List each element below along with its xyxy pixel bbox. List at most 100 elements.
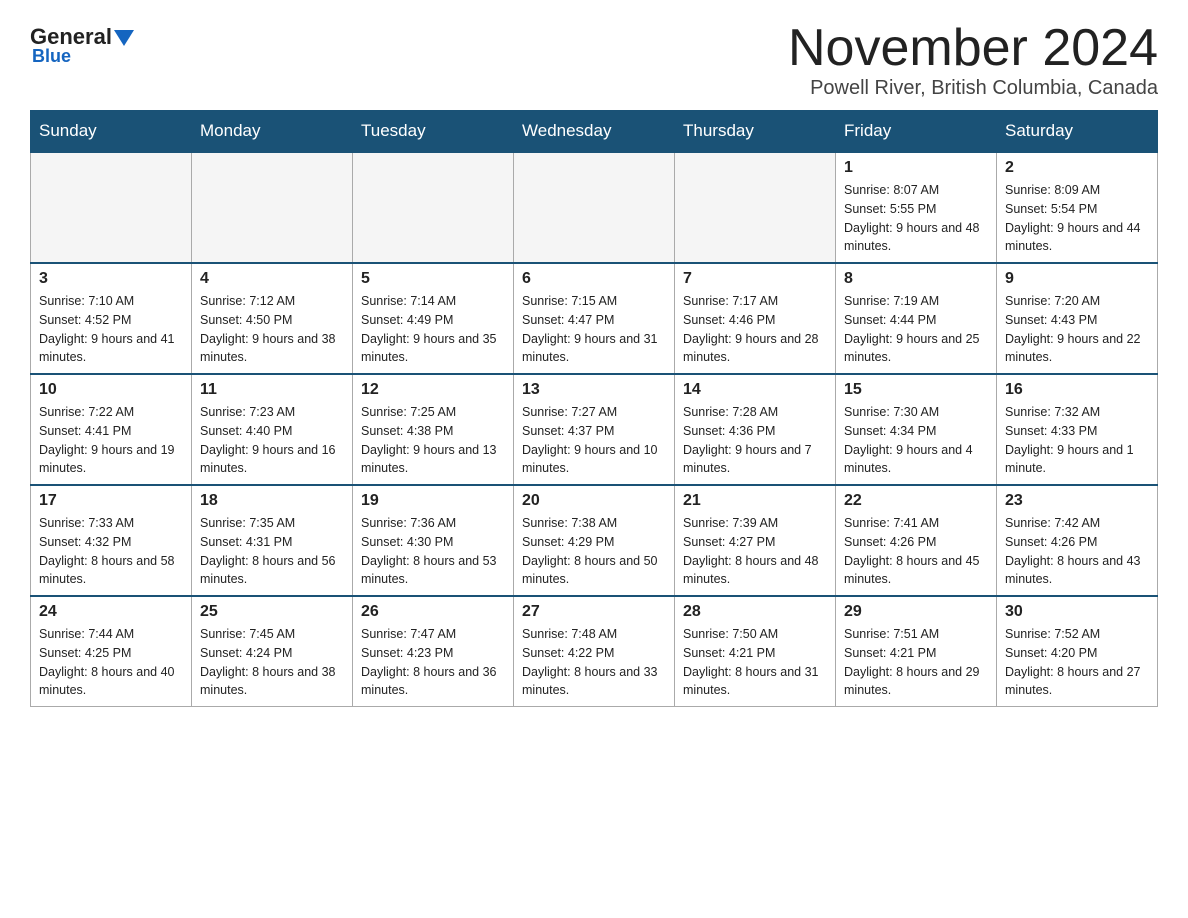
calendar-cell: 23 Sunrise: 7:42 AMSunset: 4:26 PMDayligh… (997, 485, 1158, 596)
calendar-cell: 7 Sunrise: 7:17 AMSunset: 4:46 PMDaylight… (675, 263, 836, 374)
day-number: 11 (200, 381, 344, 399)
day-info: Sunrise: 7:28 AMSunset: 4:36 PMDaylight:… (683, 403, 827, 478)
col-header-friday: Friday (836, 111, 997, 153)
calendar-cell: 29 Sunrise: 7:51 AMSunset: 4:21 PMDayligh… (836, 596, 997, 707)
day-info: Sunrise: 7:27 AMSunset: 4:37 PMDaylight:… (522, 403, 666, 478)
calendar-cell: 19 Sunrise: 7:36 AMSunset: 4:30 PMDayligh… (353, 485, 514, 596)
day-number: 21 (683, 492, 827, 510)
calendar-table: SundayMondayTuesdayWednesdayThursdayFrid… (30, 110, 1158, 707)
day-number: 14 (683, 381, 827, 399)
calendar-cell (675, 152, 836, 263)
day-info: Sunrise: 7:42 AMSunset: 4:26 PMDaylight:… (1005, 514, 1149, 589)
day-number: 27 (522, 603, 666, 621)
page-header: General Blue November 2024 Powell River,… (30, 20, 1158, 100)
day-info: Sunrise: 7:48 AMSunset: 4:22 PMDaylight:… (522, 625, 666, 700)
logo: General Blue (30, 20, 134, 67)
calendar-cell: 14 Sunrise: 7:28 AMSunset: 4:36 PMDayligh… (675, 374, 836, 485)
day-number: 29 (844, 603, 988, 621)
day-info: Sunrise: 7:30 AMSunset: 4:34 PMDaylight:… (844, 403, 988, 478)
calendar-week-5: 24Sunrise: 7:44 AMSunset: 4:25 PMDayligh… (31, 596, 1158, 707)
calendar-week-1: 1 Sunrise: 8:07 AMSunset: 5:55 PMDaylight… (31, 152, 1158, 263)
calendar-cell (353, 152, 514, 263)
day-info: Sunrise: 7:33 AMSunset: 4:32 PMDaylight:… (39, 514, 183, 589)
calendar-cell: 15 Sunrise: 7:30 AMSunset: 4:34 PMDayligh… (836, 374, 997, 485)
calendar-week-3: 10 Sunrise: 7:22 AMSunset: 4:41 PMDayligh… (31, 374, 1158, 485)
col-header-saturday: Saturday (997, 111, 1158, 153)
calendar-cell: 2Sunrise: 8:09 AMSunset: 5:54 PMDaylight… (997, 152, 1158, 263)
day-number: 16 (1005, 381, 1149, 399)
calendar-cell: 17 Sunrise: 7:33 AMSunset: 4:32 PMDayligh… (31, 485, 192, 596)
day-number: 8 (844, 270, 988, 288)
calendar-cell: 25 Sunrise: 7:45 AMSunset: 4:24 PMDayligh… (192, 596, 353, 707)
day-info: Sunrise: 7:47 AMSunset: 4:23 PMDaylight:… (361, 625, 505, 700)
day-info: Sunrise: 8:07 AMSunset: 5:55 PMDaylight:… (844, 181, 988, 256)
day-number: 30 (1005, 603, 1149, 621)
calendar-week-2: 3Sunrise: 7:10 AMSunset: 4:52 PMDaylight… (31, 263, 1158, 374)
calendar-cell (192, 152, 353, 263)
day-number: 1 (844, 159, 988, 177)
day-number: 24 (39, 603, 183, 621)
col-header-wednesday: Wednesday (514, 111, 675, 153)
calendar-cell: 4Sunrise: 7:12 AMSunset: 4:50 PMDaylight… (192, 263, 353, 374)
day-number: 25 (200, 603, 344, 621)
day-number: 10 (39, 381, 183, 399)
day-number: 5 (361, 270, 505, 288)
calendar-cell: 16 Sunrise: 7:32 AMSunset: 4:33 PMDayligh… (997, 374, 1158, 485)
logo-blue-text: Blue (32, 46, 71, 67)
col-header-sunday: Sunday (31, 111, 192, 153)
day-info: Sunrise: 7:36 AMSunset: 4:30 PMDaylight:… (361, 514, 505, 589)
calendar-header-row: SundayMondayTuesdayWednesdayThursdayFrid… (31, 111, 1158, 153)
calendar-cell: 26 Sunrise: 7:47 AMSunset: 4:23 PMDayligh… (353, 596, 514, 707)
day-number: 6 (522, 270, 666, 288)
title-block: November 2024 Powell River, British Colu… (788, 20, 1158, 100)
day-info: Sunrise: 7:10 AMSunset: 4:52 PMDaylight:… (39, 292, 183, 367)
day-info: Sunrise: 7:15 AMSunset: 4:47 PMDaylight:… (522, 292, 666, 367)
calendar-cell: 3Sunrise: 7:10 AMSunset: 4:52 PMDaylight… (31, 263, 192, 374)
day-info: Sunrise: 7:17 AMSunset: 4:46 PMDaylight:… (683, 292, 827, 367)
day-info: Sunrise: 7:20 AMSunset: 4:43 PMDaylight:… (1005, 292, 1149, 367)
calendar-cell: 22Sunrise: 7:41 AMSunset: 4:26 PMDayligh… (836, 485, 997, 596)
calendar-cell: 27 Sunrise: 7:48 AMSunset: 4:22 PMDayligh… (514, 596, 675, 707)
calendar-cell: 5 Sunrise: 7:14 AMSunset: 4:49 PMDaylight… (353, 263, 514, 374)
day-number: 26 (361, 603, 505, 621)
day-number: 20 (522, 492, 666, 510)
day-info: Sunrise: 7:23 AMSunset: 4:40 PMDaylight:… (200, 403, 344, 478)
day-number: 15 (844, 381, 988, 399)
calendar-cell: 28Sunrise: 7:50 AMSunset: 4:21 PMDayligh… (675, 596, 836, 707)
calendar-cell: 12 Sunrise: 7:25 AMSunset: 4:38 PMDayligh… (353, 374, 514, 485)
calendar-cell: 1 Sunrise: 8:07 AMSunset: 5:55 PMDaylight… (836, 152, 997, 263)
day-info: Sunrise: 7:39 AMSunset: 4:27 PMDaylight:… (683, 514, 827, 589)
calendar-cell: 30Sunrise: 7:52 AMSunset: 4:20 PMDayligh… (997, 596, 1158, 707)
month-title: November 2024 (788, 20, 1158, 77)
day-info: Sunrise: 7:14 AMSunset: 4:49 PMDaylight:… (361, 292, 505, 367)
day-number: 9 (1005, 270, 1149, 288)
calendar-cell: 13Sunrise: 7:27 AMSunset: 4:37 PMDayligh… (514, 374, 675, 485)
day-number: 19 (361, 492, 505, 510)
calendar-cell: 9 Sunrise: 7:20 AMSunset: 4:43 PMDaylight… (997, 263, 1158, 374)
day-info: Sunrise: 7:45 AMSunset: 4:24 PMDaylight:… (200, 625, 344, 700)
day-info: Sunrise: 7:51 AMSunset: 4:21 PMDaylight:… (844, 625, 988, 700)
day-number: 23 (1005, 492, 1149, 510)
day-info: Sunrise: 7:25 AMSunset: 4:38 PMDaylight:… (361, 403, 505, 478)
day-info: Sunrise: 7:32 AMSunset: 4:33 PMDaylight:… (1005, 403, 1149, 478)
day-number: 28 (683, 603, 827, 621)
calendar-cell: 18Sunrise: 7:35 AMSunset: 4:31 PMDayligh… (192, 485, 353, 596)
calendar-cell: 20Sunrise: 7:38 AMSunset: 4:29 PMDayligh… (514, 485, 675, 596)
day-number: 7 (683, 270, 827, 288)
calendar-cell: 24Sunrise: 7:44 AMSunset: 4:25 PMDayligh… (31, 596, 192, 707)
day-info: Sunrise: 7:41 AMSunset: 4:26 PMDaylight:… (844, 514, 988, 589)
day-number: 17 (39, 492, 183, 510)
col-header-monday: Monday (192, 111, 353, 153)
day-info: Sunrise: 7:12 AMSunset: 4:50 PMDaylight:… (200, 292, 344, 367)
col-header-tuesday: Tuesday (353, 111, 514, 153)
day-number: 12 (361, 381, 505, 399)
calendar-cell: 10 Sunrise: 7:22 AMSunset: 4:41 PMDayligh… (31, 374, 192, 485)
day-info: Sunrise: 7:22 AMSunset: 4:41 PMDaylight:… (39, 403, 183, 478)
calendar-cell (31, 152, 192, 263)
logo-triangle-icon (114, 30, 134, 46)
day-number: 18 (200, 492, 344, 510)
location-title: Powell River, British Columbia, Canada (788, 77, 1158, 100)
calendar-cell: 6 Sunrise: 7:15 AMSunset: 4:47 PMDaylight… (514, 263, 675, 374)
col-header-thursday: Thursday (675, 111, 836, 153)
calendar-cell: 8Sunrise: 7:19 AMSunset: 4:44 PMDaylight… (836, 263, 997, 374)
